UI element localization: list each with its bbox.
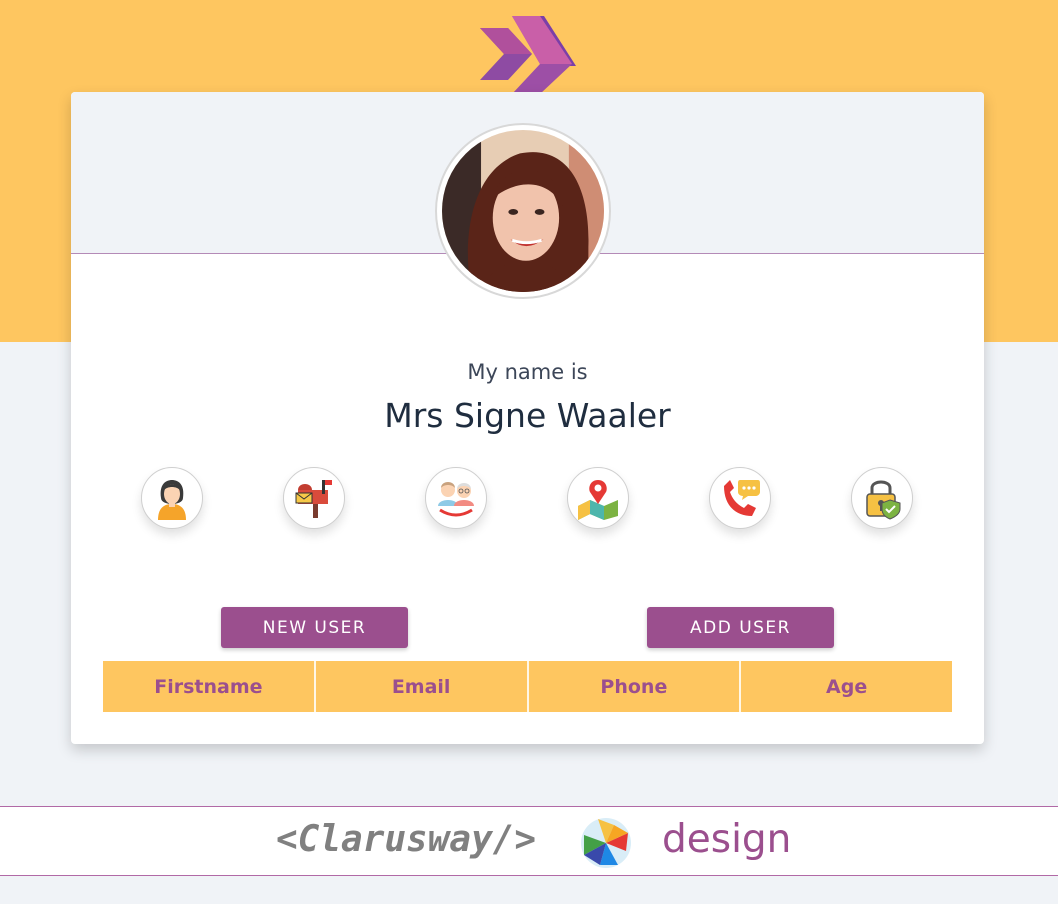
column-header-age: Age (741, 661, 952, 712)
woman-icon[interactable] (141, 467, 203, 529)
padlock-shield-icon[interactable] (851, 467, 913, 529)
double-chevron-logo-icon (480, 16, 576, 94)
footer: <Clarusway/> design (0, 806, 1058, 876)
pinwheel-logo-icon (578, 815, 634, 869)
map-pin-icon[interactable] (567, 467, 629, 529)
column-header-email: Email (315, 661, 529, 712)
name-intro-label: My name is (467, 360, 588, 384)
new-user-button[interactable]: NEW USER (221, 607, 408, 648)
column-header-phone: Phone (528, 661, 742, 712)
column-header-firstname: Firstname (103, 661, 316, 712)
brand-code-text: <Clarusway/> (276, 819, 537, 860)
couple-elderly-icon[interactable] (425, 467, 487, 529)
user-name: Mrs Signe Waaler (384, 396, 671, 435)
user-card: My name is Mrs Signe Waaler NEW USER ADD… (71, 92, 984, 744)
brand-design-text: design (662, 817, 792, 862)
mailbox-icon[interactable] (283, 467, 345, 529)
user-table-header: Firstname Email Phone Age (103, 661, 952, 712)
avatar (435, 123, 611, 299)
info-icon-row (71, 467, 984, 531)
phone-chat-icon[interactable] (709, 467, 771, 529)
add-user-button[interactable]: ADD USER (647, 607, 834, 648)
